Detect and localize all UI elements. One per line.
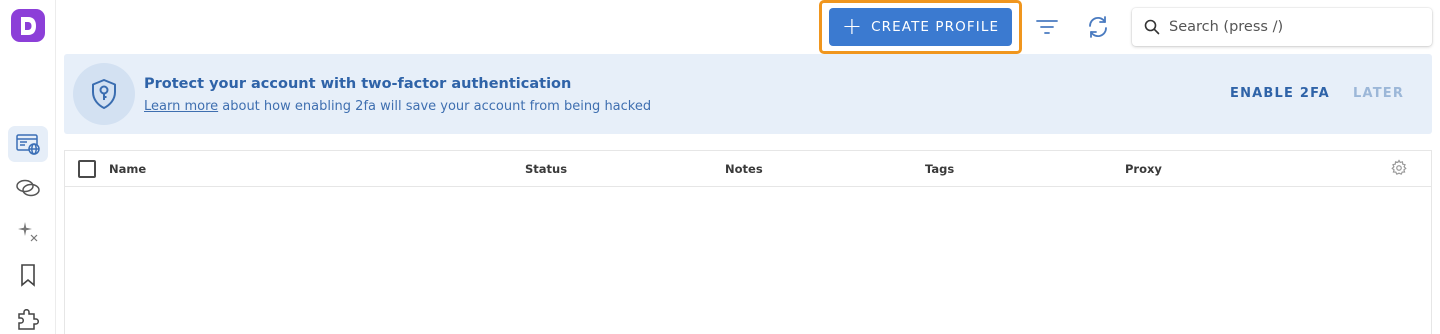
create-profile-label: CREATE PROFILE: [871, 19, 1000, 35]
column-header-status[interactable]: Status: [525, 162, 567, 176]
app-logo[interactable]: [11, 9, 45, 42]
banner-title: Protect your account with two-factor aut…: [144, 76, 572, 92]
two-factor-banner: Protect your account with two-factor aut…: [64, 54, 1432, 134]
sidebar-item-bookmarks[interactable]: [8, 257, 48, 293]
sparkle-x-icon: [18, 222, 38, 242]
refresh-button[interactable]: [1084, 13, 1112, 41]
column-header-name[interactable]: Name: [109, 162, 146, 176]
column-settings-gear-icon[interactable]: [1390, 159, 1408, 177]
banner-subtitle: Learn more about how enabling 2fa will s…: [144, 99, 651, 114]
plus-icon: +: [841, 12, 864, 40]
browser-profiles-icon: [16, 134, 40, 155]
sidebar-item-profiles[interactable]: [8, 126, 48, 162]
search-box[interactable]: [1132, 8, 1432, 46]
sidebar-item-links[interactable]: [8, 170, 48, 206]
links-icon: [16, 179, 40, 197]
column-header-proxy[interactable]: Proxy: [1125, 162, 1162, 176]
filter-button[interactable]: [1033, 13, 1061, 41]
logo-icon: [21, 16, 36, 35]
filter-icon: [1036, 20, 1058, 34]
profiles-table: Name Status Notes Tags Proxy: [64, 150, 1432, 334]
create-profile-button[interactable]: + CREATE PROFILE: [829, 8, 1012, 46]
bookmark-icon: [21, 264, 35, 287]
search-icon: [1144, 19, 1160, 35]
refresh-icon: [1089, 16, 1107, 38]
sidebar-item-tools[interactable]: [8, 213, 48, 249]
enable-2fa-button[interactable]: ENABLE 2FA: [1230, 86, 1330, 101]
puzzle-extension-icon: [18, 309, 39, 330]
select-all-checkbox[interactable]: [78, 160, 96, 178]
column-header-tags[interactable]: Tags: [925, 162, 954, 176]
table-header: Name Status Notes Tags Proxy: [65, 151, 1431, 187]
shield-badge: [73, 63, 135, 125]
learn-more-link[interactable]: Learn more: [144, 99, 218, 114]
shield-key-icon: [92, 79, 116, 109]
banner-subtitle-text: about how enabling 2fa will save your ac…: [218, 99, 652, 114]
column-header-notes[interactable]: Notes: [725, 162, 763, 176]
sidebar: [0, 0, 56, 334]
search-input[interactable]: [1169, 19, 1419, 35]
sidebar-item-extensions[interactable]: [8, 300, 48, 334]
later-button[interactable]: LATER: [1353, 86, 1404, 101]
